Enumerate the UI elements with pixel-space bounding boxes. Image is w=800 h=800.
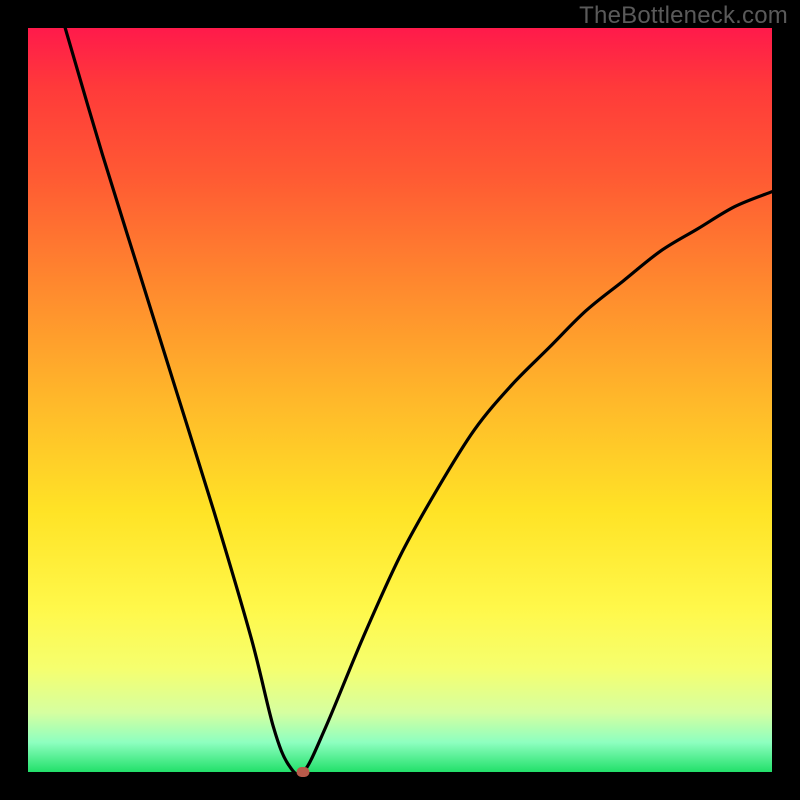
chart-frame: TheBottleneck.com [0,0,800,800]
bottleneck-curve [65,28,772,772]
minimum-marker [297,767,310,777]
curve-svg [28,28,772,772]
plot-area [28,28,772,772]
watermark-text: TheBottleneck.com [579,2,788,30]
